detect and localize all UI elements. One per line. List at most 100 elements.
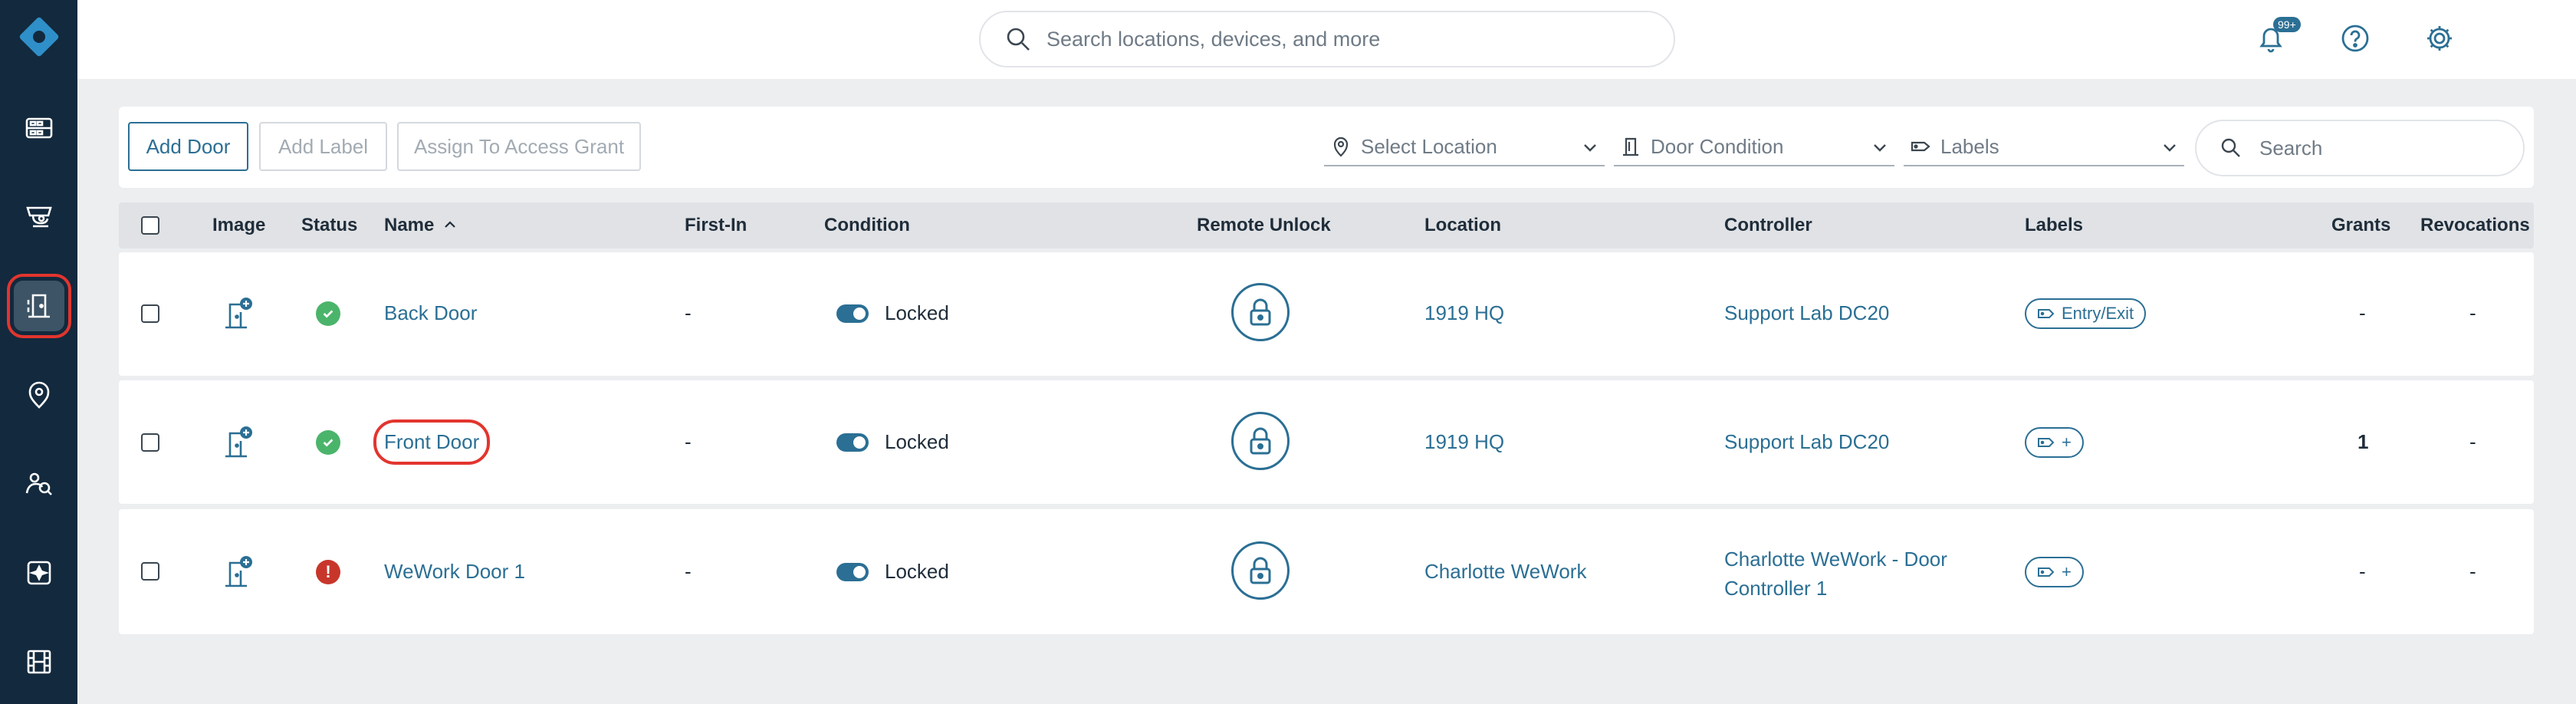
column-header-location: Location	[1424, 215, 1501, 235]
revocations-value: -	[2469, 560, 2476, 583]
door-icon	[27, 294, 50, 318]
door-image-icon	[225, 556, 252, 587]
sidebar-item-video[interactable]	[14, 637, 64, 687]
label-pill[interactable]: Entry/Exit	[2025, 298, 2147, 329]
sidebar-item-integrations[interactable]	[14, 548, 64, 598]
tag-icon	[2038, 438, 2055, 447]
toolbar: Add Door Add Label Assign To Access Gran…	[119, 107, 2534, 188]
door-image-icon	[225, 426, 252, 458]
door-image-icon	[225, 298, 252, 329]
lock-icon	[1250, 298, 1271, 326]
revocations-value: -	[2469, 301, 2476, 324]
location-select[interactable]: Select Location	[1324, 128, 1605, 166]
door-name-link[interactable]: Back Door	[384, 301, 477, 325]
table-row[interactable]: Back Door - Locked 1919 HQ Support Lab D…	[119, 252, 2534, 376]
row-checkbox[interactable]	[141, 562, 159, 581]
tag-icon	[1911, 141, 1930, 152]
condition-value: Locked	[885, 560, 949, 583]
grants-value: 1	[2358, 430, 2369, 453]
location-link[interactable]: Charlotte WeWork	[1424, 560, 1586, 584]
column-header-name[interactable]: Name	[384, 202, 458, 248]
sidebar-item-doors[interactable]	[7, 274, 71, 338]
status-ok-icon	[316, 301, 340, 326]
table-header: Image Status Name First-In Condition Rem…	[119, 202, 2534, 248]
chevron-down-icon	[2164, 144, 2176, 152]
door-icon	[1623, 137, 1638, 156]
column-header-first-in: First-In	[685, 215, 748, 235]
column-header-status: Status	[301, 215, 358, 235]
notifications-button[interactable]: 99+	[2252, 17, 2301, 57]
condition-value: Locked	[885, 430, 949, 453]
column-header-controller: Controller	[1724, 215, 1812, 235]
location-pin-icon	[1333, 137, 1349, 157]
location-link[interactable]: 1919 HQ	[1424, 430, 1504, 454]
column-header-image: Image	[212, 215, 266, 235]
column-header-revocations: Revocations	[2420, 215, 2530, 235]
app-logo-icon[interactable]	[15, 13, 63, 61]
settings-button[interactable]	[2421, 20, 2458, 57]
add-label-text: +	[2062, 433, 2072, 452]
location-select-label: Select Location	[1361, 134, 1497, 158]
remote-unlock-button[interactable]	[1231, 541, 1290, 600]
door-name-link[interactable]: Front Door	[373, 419, 491, 465]
sort-ascending-icon	[445, 221, 455, 228]
help-button[interactable]	[2337, 20, 2374, 57]
global-search-input[interactable]	[1045, 26, 1646, 52]
select-all-checkbox[interactable]	[141, 216, 159, 235]
column-header-name-label: Name	[384, 215, 435, 235]
global-search[interactable]	[979, 11, 1675, 67]
grants-value: -	[2359, 301, 2366, 324]
chevron-down-icon	[1874, 144, 1886, 152]
video-icon	[27, 650, 51, 674]
location-link[interactable]: 1919 HQ	[1424, 301, 1504, 325]
table-search-input[interactable]	[2258, 135, 2506, 161]
add-label-pill[interactable]: +	[2025, 557, 2084, 587]
table-row[interactable]: ! WeWork Door 1 - Locked Charlotte WeWor…	[119, 509, 2534, 634]
controller-link[interactable]: Charlotte WeWork - Door Controller 1	[1724, 544, 1947, 603]
column-header-condition: Condition	[824, 215, 910, 235]
grants-value: -	[2359, 560, 2366, 583]
add-label-pill[interactable]: +	[2025, 427, 2084, 458]
tag-icon	[2038, 309, 2055, 318]
condition-toggle[interactable]	[836, 563, 869, 581]
controller-link-line-2: Controller 1	[1724, 577, 1828, 600]
search-icon	[1007, 28, 1030, 51]
row-checkbox[interactable]	[141, 433, 159, 452]
tag-icon	[2038, 567, 2055, 577]
sidebar-item-people[interactable]	[14, 459, 64, 509]
dashboard-icon	[25, 117, 53, 139]
remote-unlock-button[interactable]	[1231, 412, 1290, 470]
controller-link[interactable]: Support Lab DC20	[1724, 301, 1889, 325]
sidebar-item-cameras[interactable]	[14, 192, 64, 242]
condition-toggle[interactable]	[836, 304, 869, 323]
door-condition-select[interactable]: Door Condition	[1614, 128, 1894, 166]
labels-select[interactable]: Labels	[1904, 128, 2184, 166]
status-ok-icon	[316, 430, 340, 455]
search-icon	[2221, 138, 2240, 157]
table-search[interactable]	[2195, 120, 2525, 176]
lock-icon	[1250, 427, 1271, 455]
add-label-text: +	[2062, 562, 2072, 581]
camera-icon	[26, 206, 52, 228]
label-pill-text: Entry/Exit	[2062, 304, 2134, 323]
door-name-link[interactable]: WeWork Door 1	[384, 560, 525, 584]
sidebar-item-dashboard[interactable]	[14, 103, 64, 153]
integrations-icon	[27, 561, 51, 585]
condition-value: Locked	[885, 301, 949, 324]
table-row[interactable]: Front Door - Locked 1919 HQ Support Lab …	[119, 380, 2534, 504]
people-search-icon	[25, 472, 52, 495]
controller-link[interactable]: Support Lab DC20	[1724, 430, 1889, 454]
controller-link-line-1: Charlotte WeWork - Door	[1724, 548, 1947, 571]
remote-unlock-button[interactable]	[1231, 283, 1290, 341]
sidebar-item-locations[interactable]	[14, 370, 64, 420]
column-header-labels: Labels	[2025, 215, 2084, 235]
door-condition-label: Door Condition	[1651, 134, 1784, 158]
labels-select-label: Labels	[1940, 134, 1999, 158]
add-door-button[interactable]: Add Door	[128, 122, 248, 171]
add-label-button[interactable]: Add Label	[259, 122, 387, 171]
condition-toggle[interactable]	[836, 433, 869, 452]
chevron-down-icon	[1584, 144, 1596, 152]
assign-access-grant-button[interactable]: Assign To Access Grant	[397, 122, 641, 171]
row-checkbox[interactable]	[141, 304, 159, 323]
lock-icon	[1250, 557, 1271, 584]
